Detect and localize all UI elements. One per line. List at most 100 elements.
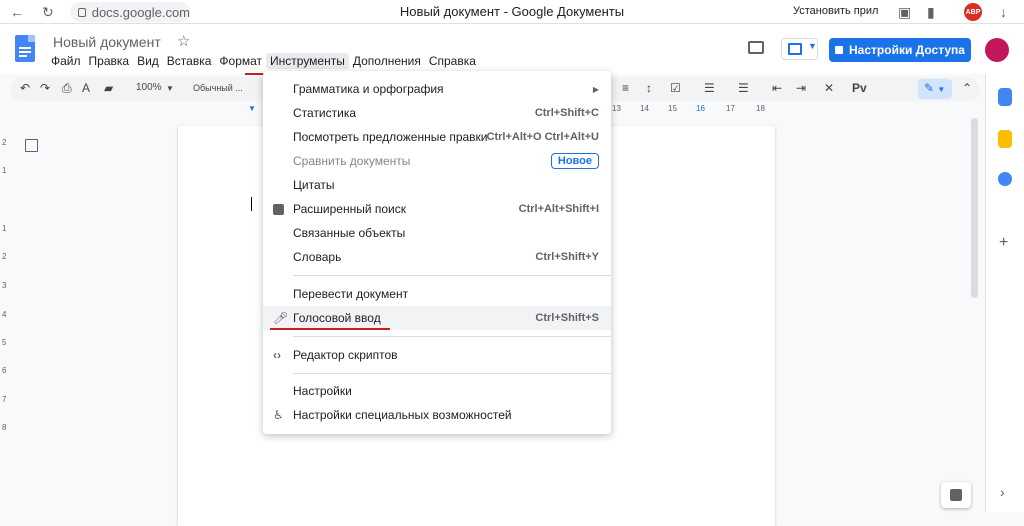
microphone-icon: 🎤︎ xyxy=(273,311,289,325)
numbered-list-icon[interactable]: ☰ xyxy=(738,81,749,95)
input-tools-icon[interactable]: Pv xyxy=(852,81,867,95)
extension-icon[interactable]: ▣ xyxy=(898,4,911,21)
new-badge: Новое xyxy=(550,153,599,169)
print-icon[interactable]: ⎙ xyxy=(62,81,72,96)
add-addon-icon[interactable]: + xyxy=(999,234,1008,252)
bulleted-list-icon[interactable]: ☰ xyxy=(704,81,715,95)
tools-dropdown-menu: Грамматика и орфография ▶ Статистика Ctr… xyxy=(263,71,611,434)
browser-bar: ← ↻ docs.google.com Новый документ - Goo… xyxy=(0,0,1024,24)
undo-icon[interactable]: ↶ xyxy=(20,81,30,95)
menu-item-label: Расширенный поиск xyxy=(293,202,406,216)
pencil-icon: ✎ xyxy=(924,81,935,95)
chevron-down-icon: ▼ xyxy=(166,84,174,93)
menu-tools[interactable]: Инструменты xyxy=(266,53,349,69)
install-app-button[interactable]: Установить прил xyxy=(793,5,878,17)
ruler-tick: 1 xyxy=(2,166,7,175)
redo-icon[interactable]: ↷ xyxy=(40,81,50,95)
ruler-tick: 2 xyxy=(2,138,7,147)
accessibility-icon: ♿︎ xyxy=(273,408,284,422)
avatar[interactable] xyxy=(985,38,1009,62)
checklist-icon[interactable]: ☑ xyxy=(670,81,681,95)
ruler-tick: 1 xyxy=(2,224,7,233)
style-select[interactable]: Обычный ... xyxy=(193,83,243,93)
tasks-icon[interactable] xyxy=(998,172,1012,186)
ruler-tick: 7 xyxy=(2,395,7,404)
document-title[interactable]: Новый документ xyxy=(53,34,161,50)
menu-item-label: Связанные объекты xyxy=(293,226,406,240)
docs-logo-icon[interactable] xyxy=(15,35,35,62)
align-justify-icon[interactable]: ≡ xyxy=(622,81,629,95)
menu-item-preferences[interactable]: Настройки xyxy=(263,379,611,403)
explore-button[interactable] xyxy=(941,482,971,508)
ruler-tick: 3 xyxy=(2,281,7,290)
scrollbar[interactable] xyxy=(971,118,978,298)
clear-formatting-icon[interactable]: ✕ xyxy=(824,81,834,95)
ruler-tick: 2 xyxy=(2,252,7,261)
menu-addons[interactable]: Дополнения xyxy=(349,53,425,69)
code-icon: ‹› xyxy=(273,348,281,362)
menu-item-label: Сравнить документы xyxy=(293,154,411,168)
chevron-down-icon: ▼ xyxy=(937,85,946,94)
menu-item-accessibility-settings[interactable]: ♿︎ Настройки специальных возможностей xyxy=(263,403,611,427)
lock-icon xyxy=(835,46,844,54)
comment-icon[interactable] xyxy=(748,41,764,54)
menu-file[interactable]: Файл xyxy=(47,53,85,69)
ruler-tick: 4 xyxy=(2,310,7,319)
menu-separator xyxy=(293,373,611,374)
paint-format-icon[interactable]: ▰ xyxy=(104,81,113,95)
menu-separator xyxy=(293,336,611,337)
menu-item-shortcut: Ctrl+Shift+S xyxy=(535,312,599,324)
vertical-ruler[interactable]: 2 1 1 2 3 4 5 6 7 8 xyxy=(0,118,10,512)
ruler-tick: 17 xyxy=(726,104,735,113)
menu-insert[interactable]: Вставка xyxy=(163,53,216,69)
menu-help[interactable]: Справка xyxy=(425,53,480,69)
spellcheck-icon[interactable]: A xyxy=(82,81,90,95)
menu-item-label: Перевести документ xyxy=(293,287,409,301)
editing-mode-button[interactable]: ✎ ▼ xyxy=(918,79,952,99)
share-button[interactable]: Настройки Доступа xyxy=(829,38,971,62)
menu-item-voice-typing[interactable]: 🎤︎ Голосовой ввод Ctrl+Shift+S xyxy=(263,306,611,330)
calendar-icon[interactable] xyxy=(998,88,1012,106)
menu-item-shortcut: Ctrl+Alt+O Ctrl+Alt+U xyxy=(486,131,599,143)
chevron-up-icon[interactable]: ⌃ xyxy=(962,81,972,95)
menu-format[interactable]: Формат xyxy=(215,53,266,69)
present-button[interactable]: ▼ xyxy=(781,38,818,60)
menu-item-label: Настройки xyxy=(293,384,352,398)
star-icon[interactable]: ☆ xyxy=(177,32,190,50)
menu-item-explore[interactable]: Расширенный поиск Ctrl+Alt+Shift+I xyxy=(263,197,611,221)
menu-item-dictionary[interactable]: Словарь Ctrl+Shift+Y xyxy=(263,245,611,269)
menu-bar: Файл Правка Вид Вставка Формат Инструмен… xyxy=(47,53,480,69)
menu-item-script-editor[interactable]: ‹› Редактор скриптов xyxy=(263,343,611,367)
menu-item-compare-documents: Сравнить документы Новое xyxy=(263,149,611,173)
ruler-tick: 13 xyxy=(612,104,621,113)
menu-item-spelling-grammar[interactable]: Грамматика и орфография ▶ xyxy=(263,77,611,101)
menu-item-label: Цитаты xyxy=(293,178,335,192)
line-spacing-icon[interactable]: ↕ xyxy=(646,81,652,95)
increase-indent-icon[interactable]: ⇥ xyxy=(796,81,806,95)
document-outline-icon[interactable] xyxy=(25,139,38,152)
decrease-indent-icon[interactable]: ⇤ xyxy=(772,81,782,95)
side-panel: + › xyxy=(985,74,1024,512)
menu-view[interactable]: Вид xyxy=(133,53,163,69)
ruler-tick: 16 xyxy=(696,104,705,113)
explore-icon xyxy=(273,203,284,215)
menu-item-review-suggestions[interactable]: Посмотреть предложенные правки Ctrl+Alt+… xyxy=(263,125,611,149)
menu-item-label: Грамматика и орфография xyxy=(293,82,444,96)
menu-edit[interactable]: Правка xyxy=(85,53,134,69)
adblock-icon[interactable]: ABP xyxy=(964,3,982,21)
menu-separator xyxy=(293,275,611,276)
indent-marker-icon[interactable]: ▼ xyxy=(248,104,256,113)
menu-item-shortcut: Ctrl+Shift+C xyxy=(534,107,599,119)
menu-item-translate-document[interactable]: Перевести документ xyxy=(263,282,611,306)
menu-item-citations[interactable]: Цитаты xyxy=(263,173,611,197)
chevron-right-icon[interactable]: › xyxy=(1000,484,1005,500)
menu-item-linked-objects[interactable]: Связанные объекты xyxy=(263,221,611,245)
present-icon xyxy=(788,43,802,55)
ruler-tick: 14 xyxy=(640,104,649,113)
zoom-select[interactable]: 100% xyxy=(136,82,162,93)
bookmark-icon[interactable]: ▮ xyxy=(927,4,935,21)
menu-item-word-count[interactable]: Статистика Ctrl+Shift+C xyxy=(263,101,611,125)
download-icon[interactable]: ↓ xyxy=(1000,4,1007,20)
keep-icon[interactable] xyxy=(998,130,1012,148)
share-label: Настройки Доступа xyxy=(849,43,965,57)
